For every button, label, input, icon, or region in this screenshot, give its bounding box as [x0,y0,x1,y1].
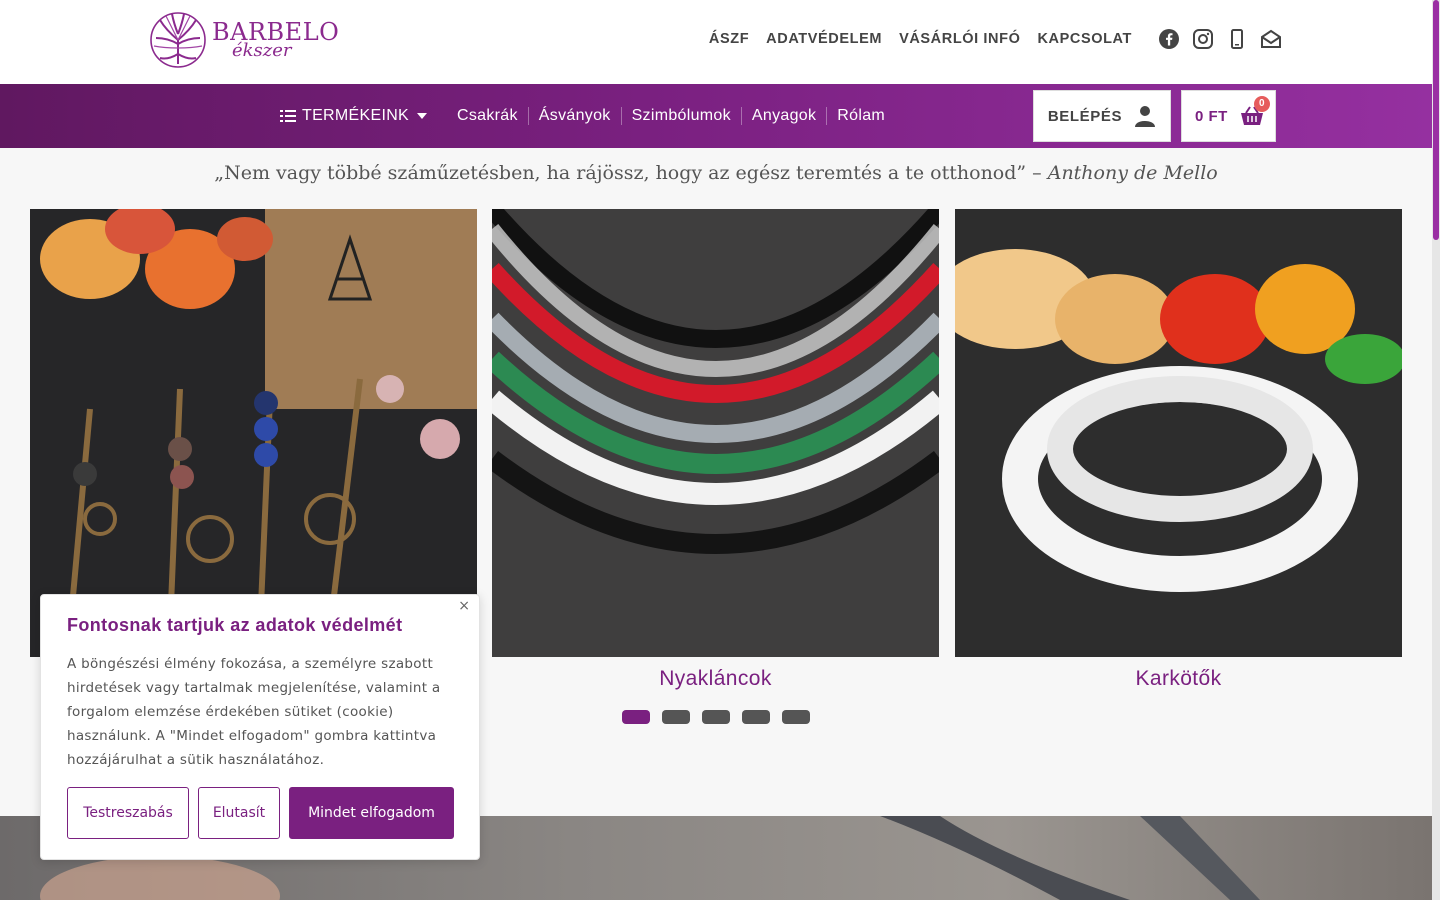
tree-of-life-icon [150,12,206,68]
accept-all-button[interactable]: Mindet elfogadom [289,787,454,839]
products-menu-button[interactable]: TERMÉKEINK [280,107,428,125]
top-header: BARBELO ékszer ÁSZF ADATVÉDELEM VÁSÁRLÓI… [0,0,1432,84]
nav-link-anyagok[interactable]: Anyagok [740,107,826,125]
products-menu-label: TERMÉKEINK [302,107,410,124]
product-card-necklaces[interactable]: Nyakláncok [492,209,939,691]
carousel-dot[interactable] [702,710,730,724]
product-image-necklaces[interactable] [492,209,939,657]
page-scrollbar[interactable] [1432,0,1440,900]
link-kapcsolat[interactable]: KAPCSOLAT [1037,31,1132,47]
nav-link-asvanyok[interactable]: Ásványok [527,107,621,125]
quote-author: Anthony de Mello [1047,162,1218,184]
cart-button[interactable]: 0 FT 0 [1181,90,1276,142]
nav-link-csakrak[interactable]: Csakrák [447,107,528,125]
top-links: ÁSZF ADATVÉDELEM VÁSÁRLÓI INFÓ KAPCSOLAT [692,28,1282,50]
carousel-dot[interactable] [782,710,810,724]
cookie-consent-dialog: × Fontosnak tartjuk az adatok védelmét A… [40,594,480,860]
facebook-icon[interactable] [1158,28,1180,50]
quote-banner: „Nem vagy többé száműzetésben, ha rájöss… [0,162,1432,184]
carousel-dot[interactable] [662,710,690,724]
instagram-icon[interactable] [1192,28,1214,50]
user-icon [1135,106,1156,127]
close-icon[interactable]: × [458,598,470,614]
carousel-pagination [622,710,822,724]
nav-link-rolam[interactable]: Rólam [826,107,895,125]
customize-button[interactable]: Testreszabás [67,787,189,839]
social-icons [1146,28,1282,50]
product-caption[interactable]: Nyakláncok [492,667,939,691]
product-image-bookmarks[interactable] [30,209,477,657]
product-card-bracelets[interactable]: Karkötők [955,209,1402,691]
quote-text: „Nem vagy többé száműzetésben, ha rájöss… [214,162,1042,184]
mail-icon[interactable] [1260,28,1282,50]
login-button[interactable]: BELÉPÉS [1033,90,1171,142]
product-caption[interactable]: Karkötők [955,667,1402,691]
cookie-title: Fontosnak tartjuk az adatok védelmét [67,615,403,635]
list-icon [280,110,296,122]
link-adatvedelem[interactable]: ADATVÉDELEM [766,31,882,47]
link-aszf[interactable]: ÁSZF [709,31,749,47]
login-label: BELÉPÉS [1047,107,1123,125]
product-image-bracelets[interactable] [955,209,1402,657]
cookie-actions: Testreszabás Elutasít Mindet elfogadom [67,787,463,839]
reject-button[interactable]: Elutasít [198,787,280,839]
cart-total: 0 FT [1195,107,1228,125]
cookie-text: A böngészési élmény fokozása, a személyr… [67,656,441,768]
nav-link-szimbolumok[interactable]: Szimbólumok [620,107,741,125]
scrollbar-thumb[interactable] [1433,0,1439,240]
link-vasarloi-info[interactable]: VÁSÁRLÓI INFÓ [899,31,1020,47]
carousel-dot[interactable] [742,710,770,724]
nav-menu: TERMÉKEINK Csakrák Ásványok Szimbólumok … [280,84,895,148]
carousel-dot[interactable] [622,710,650,724]
phone-icon[interactable] [1226,28,1248,50]
brand-logo[interactable]: BARBELO ékszer [148,10,339,70]
caret-down-icon [417,113,428,119]
cart-count-badge: 0 [1254,96,1270,112]
